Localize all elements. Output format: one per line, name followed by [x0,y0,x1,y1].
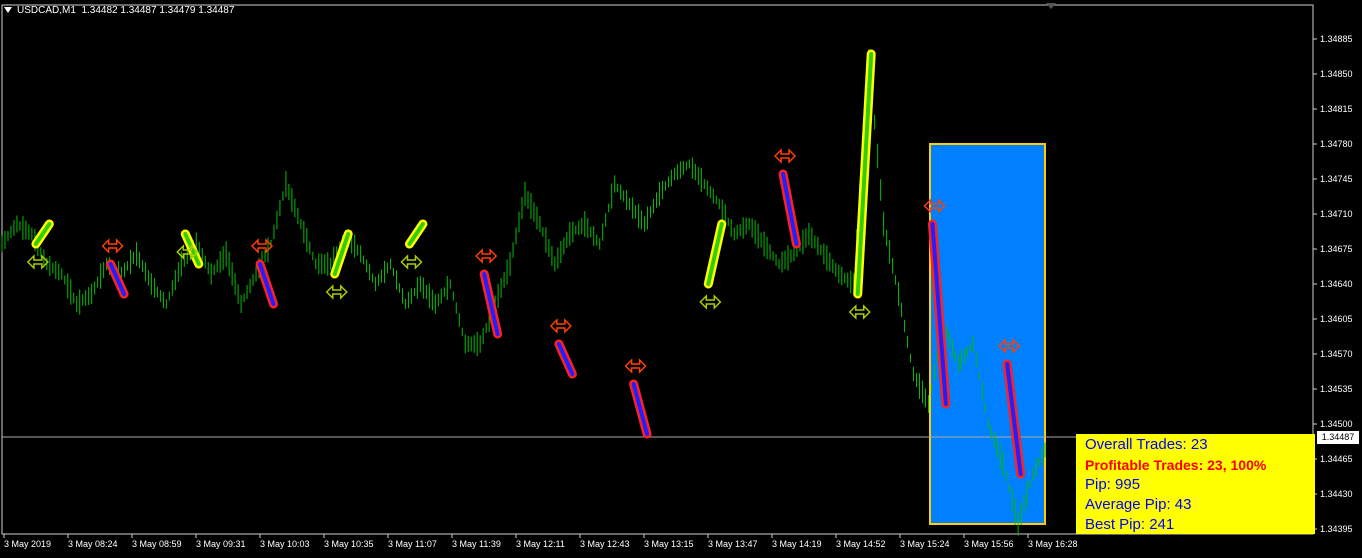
x-tick-label: 3 May 2019 [4,539,51,549]
trade-line [631,382,650,436]
trade-line [781,172,799,246]
overall-trades: Overall Trades: 23 [1085,436,1208,453]
y-tick-label: 1.34500 [1320,419,1353,429]
x-tick-label: 3 May 09:31 [196,539,246,549]
range-box [929,143,1046,525]
x-tick-label: 3 May 10:03 [260,539,310,549]
x-tick-label: 3 May 08:24 [68,539,118,549]
y-tick-label: 1.34675 [1320,244,1353,254]
buy-arrow-icon [400,254,423,270]
x-tick-label: 3 May 15:56 [964,539,1014,549]
trade-line [855,52,874,296]
ohlc-values: 1.34482 1.34487 1.34479 1.34487 [81,5,235,16]
x-tick-label: 3 May 14:52 [836,539,886,549]
sell-arrow-icon [549,318,572,334]
buy-arrow-icon [325,284,348,300]
y-tick-label: 1.34745 [1320,174,1353,184]
x-tick-label: 3 May 15:24 [900,539,950,549]
y-tick-label: 1.34535 [1320,384,1353,394]
profitable-trades: Profitable Trades: 23, 100% [1085,457,1267,473]
pin-icon[interactable] [1046,3,1056,9]
y-tick-label: 1.34815 [1320,104,1353,114]
sell-arrow-icon [773,148,797,164]
x-tick-label: 3 May 10:35 [324,539,374,549]
pip-total: Pip: 995 [1085,476,1141,493]
x-tick-label: 3 May 08:59 [132,539,182,549]
y-tick-label: 1.34850 [1320,69,1353,79]
buy-arrow-icon [26,254,49,270]
buy-arrow-icon [699,294,722,310]
average-pip: Average Pip: 43 [1085,496,1192,513]
x-tick-label: 3 May 12:11 [516,539,565,549]
x-tick-label: 3 May 11:39 [452,539,501,549]
sell-arrow-icon [250,238,274,254]
x-tick-label: 3 May 12:43 [580,539,630,549]
y-tick-label: 1.34430 [1320,489,1353,499]
y-tick-label: 1.34395 [1320,524,1353,534]
x-tick-label: 3 May 14:19 [772,539,822,549]
x-tick-label: 3 May 13:15 [644,539,694,549]
current-price-tag: 1.34487 [1317,431,1359,444]
buy-arrow-icon [848,304,871,320]
y-tick-label: 1.34605 [1320,314,1353,324]
x-tick-label: 3 May 16:28 [1028,539,1078,549]
y-tick-label: 1.34640 [1320,279,1353,289]
sell-arrow-icon [624,358,647,374]
x-tick-label: 3 May 13:47 [708,539,758,549]
y-tick-label: 1.34710 [1320,209,1353,219]
symbol-timeframe: USDCAD,M1 [17,5,76,16]
best-pip: Best Pip: 241 [1085,516,1175,533]
y-tick-label: 1.34465 [1320,454,1353,464]
dropdown-icon[interactable] [4,7,12,14]
trade-line [706,222,724,286]
stats-panel: Overall Trades: 23 Profitable Trades: 23… [1076,434,1315,534]
sell-arrow-icon [101,238,124,254]
sell-arrow-icon [475,248,498,264]
y-tick-label: 1.34780 [1320,139,1353,149]
y-tick-label: 1.34570 [1320,349,1353,359]
x-tick-label: 3 May 11:07 [388,539,437,549]
y-tick-label: 1.34885 [1320,34,1353,44]
chart-header: USDCAD,M1 1.34482 1.34487 1.34479 1.3448… [4,5,234,16]
